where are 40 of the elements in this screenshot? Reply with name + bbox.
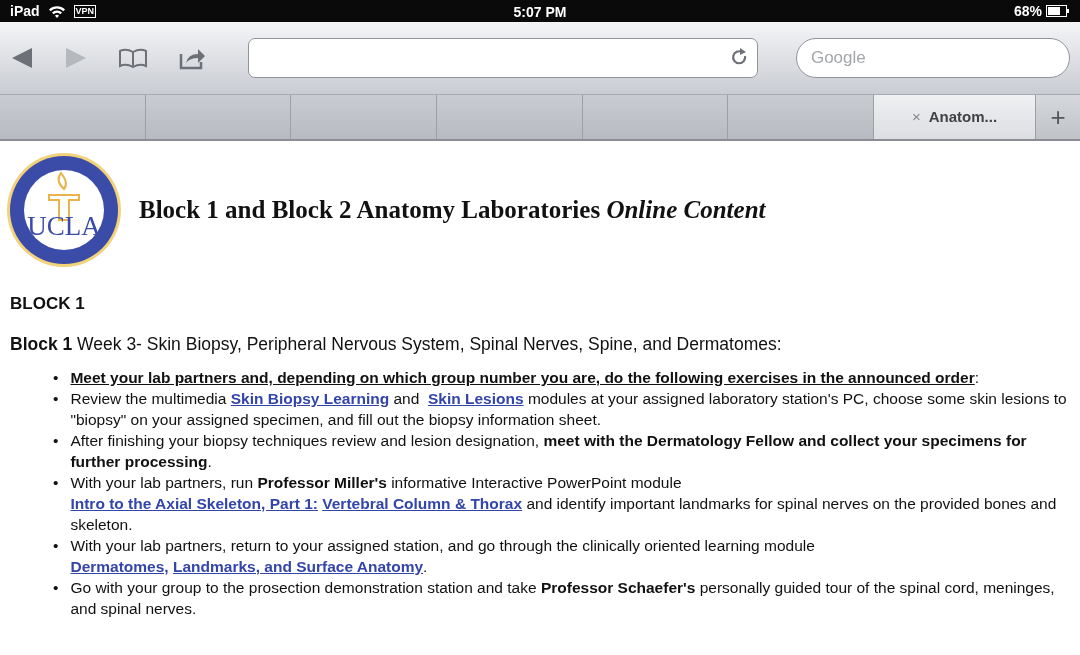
vpn-indicator: VPN — [73, 4, 97, 18]
browser-tab[interactable] — [582, 95, 729, 139]
address-field[interactable] — [248, 38, 758, 78]
browser-tab[interactable] — [0, 95, 146, 139]
device-name: iPad — [10, 1, 40, 21]
browser-tab[interactable] — [145, 95, 292, 139]
new-tab-button[interactable]: + — [1036, 95, 1080, 139]
list-item: Meet your lab partners and, depending on which group number you are, do the following exercises in the announced order: — [70, 367, 980, 388]
bullet-marker: • — [53, 472, 59, 493]
bullet-marker: • — [53, 388, 59, 409]
list-item: Review the multimedia Skin Biopsy Learning and Skin Lesions modules at your assigned laboratory station's PC, choose some skin lesions to "biopsy" on your assigned specimen, and fill out the biopsy information sheet. — [70, 388, 1068, 430]
bullet-marker: • — [53, 367, 59, 388]
link[interactable]: Skin Lesions — [427, 389, 524, 407]
bullet-marker: • — [53, 577, 59, 598]
list-item: After finishing your biopsy techniques review and lesion designation, meet with the Dermatology Fellow and collect your specimens for further processing. — [70, 430, 1028, 472]
bookmarks-icon[interactable] — [118, 47, 148, 69]
logo-seal: UCLA — [5, 151, 123, 269]
bullet-marker: • — [53, 430, 59, 451]
list-item: With your lab partners, return to your assigned station, and go through the clinically oriented learning module Dermatomes, Landmarks, and Surface Anatomy. — [70, 535, 816, 577]
list-item: Go with your group to the prosection demonstration station and take Professor Schaefer's personally guided tour of the spinal cord, meninges, and spinal nerves. — [70, 577, 1056, 619]
battery-icon — [1046, 5, 1070, 17]
bullet-marker: • — [53, 535, 59, 556]
link[interactable]: Intro to the Axial Skeleton, Part 1: — [70, 494, 318, 512]
clock: 5:07 PM — [513, 4, 567, 20]
link[interactable]: Skin Biopsy Learning — [230, 389, 390, 407]
link[interactable]: Vertebral Column & Thorax — [322, 494, 523, 512]
back-button[interactable] — [10, 46, 34, 70]
browser-tab[interactable] — [728, 95, 875, 139]
browser-tab[interactable] — [437, 95, 583, 139]
section-heading: BLOCK 1 — [10, 293, 86, 315]
share-icon[interactable] — [178, 46, 206, 70]
browser-tab[interactable] — [291, 95, 437, 139]
browser-tab[interactable]: × Anatom... — [874, 95, 1037, 139]
link[interactable]: Dermatomes, — [70, 557, 169, 575]
intro-line: Block 1 Week 3- Skin Biopsy, Peripheral Nervous System, Spinal Nerves, Spine, and Dermatomes: — [10, 332, 783, 356]
page-title: Block 1 and Block 2 Anatomy Laboratories Online Content — [139, 195, 766, 226]
list-item: With your lab partners, run Professor Miller's informative Interactive PowerPoint module Intro to the Axial Skeleton, Part 1: Vertebral Column & Thorax and identify important landmarks for spinal nerves on the provided bones and skeleton. — [70, 472, 1058, 535]
battery-percent: 68% — [1013, 1, 1042, 21]
link[interactable]: Landmarks, and Surface Anatomy — [173, 557, 424, 575]
search-field[interactable]: Google — [795, 38, 1070, 78]
